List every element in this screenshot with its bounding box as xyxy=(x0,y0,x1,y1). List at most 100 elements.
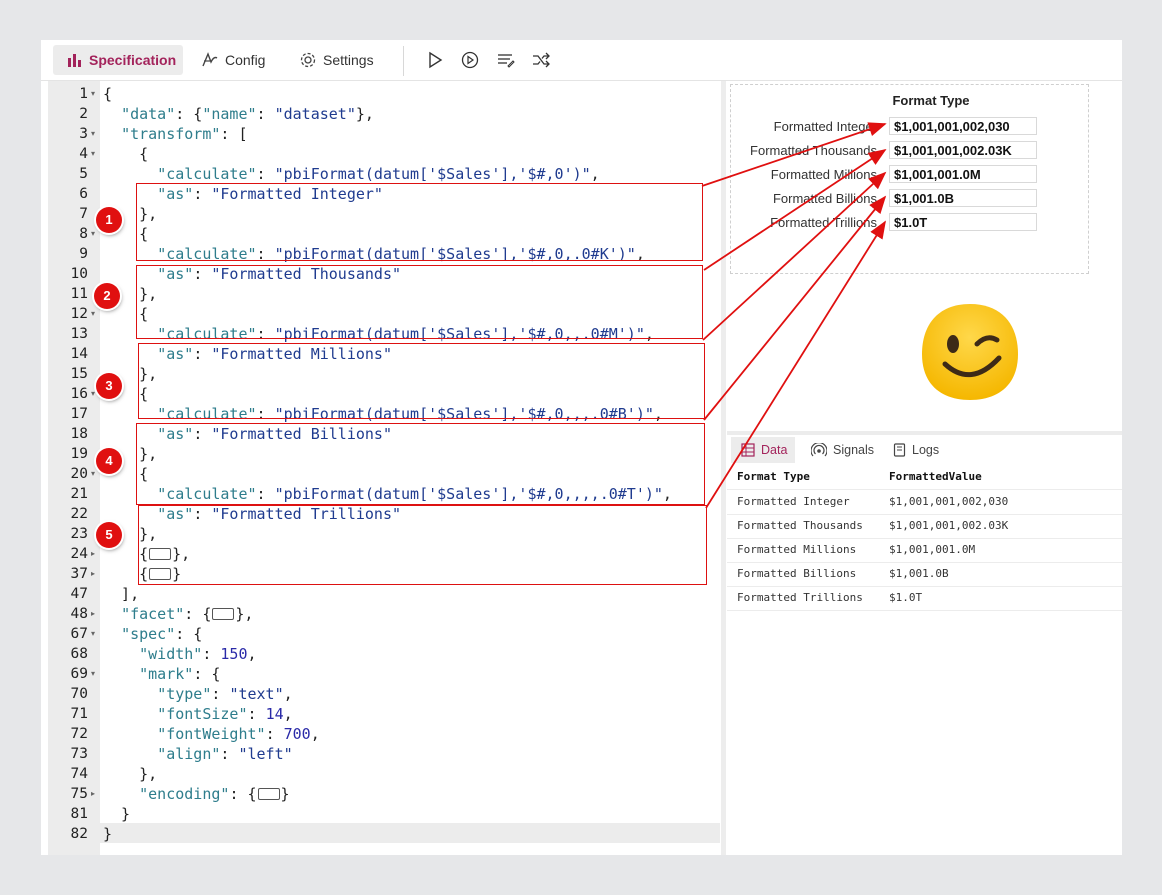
column-header[interactable]: FormattedValue xyxy=(889,465,982,489)
highlight-box-4 xyxy=(136,423,705,505)
code-line[interactable]: 81 } xyxy=(41,804,720,824)
line-number: 74 xyxy=(70,766,88,782)
table-cell: $1.0T xyxy=(889,591,923,604)
visual-preview: Format Type Formatted Integer $1,001,001… xyxy=(727,81,1122,431)
config-icon xyxy=(202,52,218,67)
code-line[interactable]: 82} xyxy=(41,824,720,844)
collapsed-block-icon[interactable] xyxy=(257,787,280,800)
code-line[interactable]: 1 ▾{ xyxy=(41,84,720,104)
code-line[interactable]: 74 }, xyxy=(41,764,720,784)
code-text: "transform": [ xyxy=(121,125,248,143)
table-row: Formatted Integer $1,001,001,002,030 xyxy=(727,490,1122,515)
line-number: 18 xyxy=(70,426,88,442)
format-icon[interactable] xyxy=(496,50,516,70)
line-number: 82 xyxy=(70,826,88,842)
line-number: 1 xyxy=(79,86,88,102)
step-icon[interactable] xyxy=(460,50,480,70)
visual-value: $1,001,001.0M xyxy=(889,165,1037,183)
table-cell: Formatted Trillions xyxy=(737,591,863,604)
fold-open-icon[interactable]: ▾ xyxy=(91,624,99,644)
tab-label: Data xyxy=(761,443,788,457)
fold-open-icon[interactable]: ▾ xyxy=(91,84,99,104)
visual-title: Format Type xyxy=(892,93,970,108)
code-line[interactable]: 48 ▸ "facet": {}, xyxy=(41,604,720,624)
line-number: 37 xyxy=(70,566,88,582)
visual-value: $1,001,001,002,030 xyxy=(889,117,1037,135)
code-line[interactable]: 70 "type": "text", xyxy=(41,684,720,704)
table-cell: Formatted Millions xyxy=(737,543,857,556)
code-editor[interactable]: 1 ▾{2 "data": {"name": "dataset"}, 3 ▾ "tra… xyxy=(41,81,720,855)
code-text: "spec": { xyxy=(121,625,203,643)
line-number: 15 xyxy=(70,366,88,382)
tab-specification[interactable]: Specification xyxy=(53,45,183,75)
fold-closed-icon[interactable]: ▸ xyxy=(91,604,99,624)
line-number: 68 xyxy=(70,646,88,662)
tab-signals[interactable]: Signals xyxy=(811,437,874,463)
table-cell: Formatted Thousands xyxy=(737,519,863,532)
code-line[interactable]: 75 ▸ "encoding": {} xyxy=(41,784,720,804)
fold-closed-icon[interactable]: ▸ xyxy=(91,784,99,804)
code-line[interactable]: 73 "align": "left" xyxy=(41,744,720,764)
tab-label: Config xyxy=(225,52,266,68)
fold-open-icon[interactable]: ▾ xyxy=(91,664,99,684)
winking-face-emoji-icon xyxy=(922,304,1018,400)
code-text: { xyxy=(103,145,149,163)
fold-closed-icon[interactable]: ▸ xyxy=(91,544,99,564)
line-number: 24 xyxy=(70,546,88,562)
fold-open-icon[interactable]: ▾ xyxy=(91,304,99,324)
code-line[interactable]: 67 ▾ "spec": { xyxy=(41,624,720,644)
line-number: 72 xyxy=(70,726,88,742)
tab-logs[interactable]: Logs xyxy=(893,437,939,463)
line-number: 4 xyxy=(79,146,88,162)
code-text: }, xyxy=(103,765,158,783)
collapsed-block-icon[interactable] xyxy=(212,607,235,620)
tab-label: Signals xyxy=(833,443,874,457)
bar-chart-icon xyxy=(68,54,81,67)
code-line[interactable]: 68 "width": 150, xyxy=(41,644,720,664)
line-number: 75 xyxy=(70,786,88,802)
code-line[interactable]: 4 ▾ { xyxy=(41,144,720,164)
highlight-box-1 xyxy=(136,183,703,261)
code-line[interactable]: 47 ], xyxy=(41,584,720,604)
shuffle-icon[interactable] xyxy=(531,50,551,70)
fold-open-icon[interactable]: ▾ xyxy=(91,144,99,164)
code-text: { xyxy=(103,85,113,103)
table-row: Formatted Millions $1,001,001.0M xyxy=(727,538,1122,563)
visual-value: $1,001.0B xyxy=(889,189,1037,207)
line-number: 2 xyxy=(79,106,88,122)
code-line[interactable]: 72 "fontWeight": 700, xyxy=(41,724,720,744)
code-line[interactable]: 5 "calculate": "pbiFormat(datum['$Sales'… xyxy=(41,164,720,184)
code-line[interactable]: 2 "data": {"name": "dataset"}, xyxy=(41,104,720,124)
line-number: 22 xyxy=(70,506,88,522)
visual-label: Formatted Billions xyxy=(772,191,877,206)
line-number: 70 xyxy=(70,686,88,702)
tab-label: Settings xyxy=(323,52,374,68)
fold-open-icon[interactable]: ▾ xyxy=(91,124,99,144)
play-icon[interactable] xyxy=(425,50,445,70)
table-cell: Formatted Billions xyxy=(737,567,857,580)
vertical-splitter[interactable] xyxy=(721,81,726,855)
tab-settings[interactable]: Settings xyxy=(299,45,374,75)
visual-value: $1.0T xyxy=(889,213,1037,231)
line-number: 16 xyxy=(70,386,88,402)
code-text: } xyxy=(103,805,131,823)
code-text: "facet": {}, xyxy=(121,605,254,623)
highlight-box-2 xyxy=(136,265,703,339)
visual-label: Formatted Integer xyxy=(773,119,877,134)
code-line[interactable]: 3 ▾ "transform": [ xyxy=(41,124,720,144)
tab-data[interactable]: Data xyxy=(731,437,796,463)
code-line[interactable]: 71 "fontSize": 14, xyxy=(41,704,720,724)
line-number: 13 xyxy=(70,326,88,342)
line-number: 19 xyxy=(70,446,88,462)
tab-label: Logs xyxy=(912,443,940,457)
fold-closed-icon[interactable]: ▸ xyxy=(91,564,99,584)
code-text: "width": 150, xyxy=(139,645,257,663)
code-line[interactable]: 69 ▾ "mark": { xyxy=(41,664,720,684)
column-header[interactable]: Format Type xyxy=(737,465,810,489)
line-number: 6 xyxy=(79,186,88,202)
tab-config[interactable]: Config xyxy=(201,45,265,75)
line-number: 67 xyxy=(70,626,88,642)
visual-frame: Format Type Formatted Integer $1,001,001… xyxy=(730,84,1089,274)
line-number: 23 xyxy=(70,526,88,542)
visual-value: $1,001,001,002.03K xyxy=(889,141,1037,159)
